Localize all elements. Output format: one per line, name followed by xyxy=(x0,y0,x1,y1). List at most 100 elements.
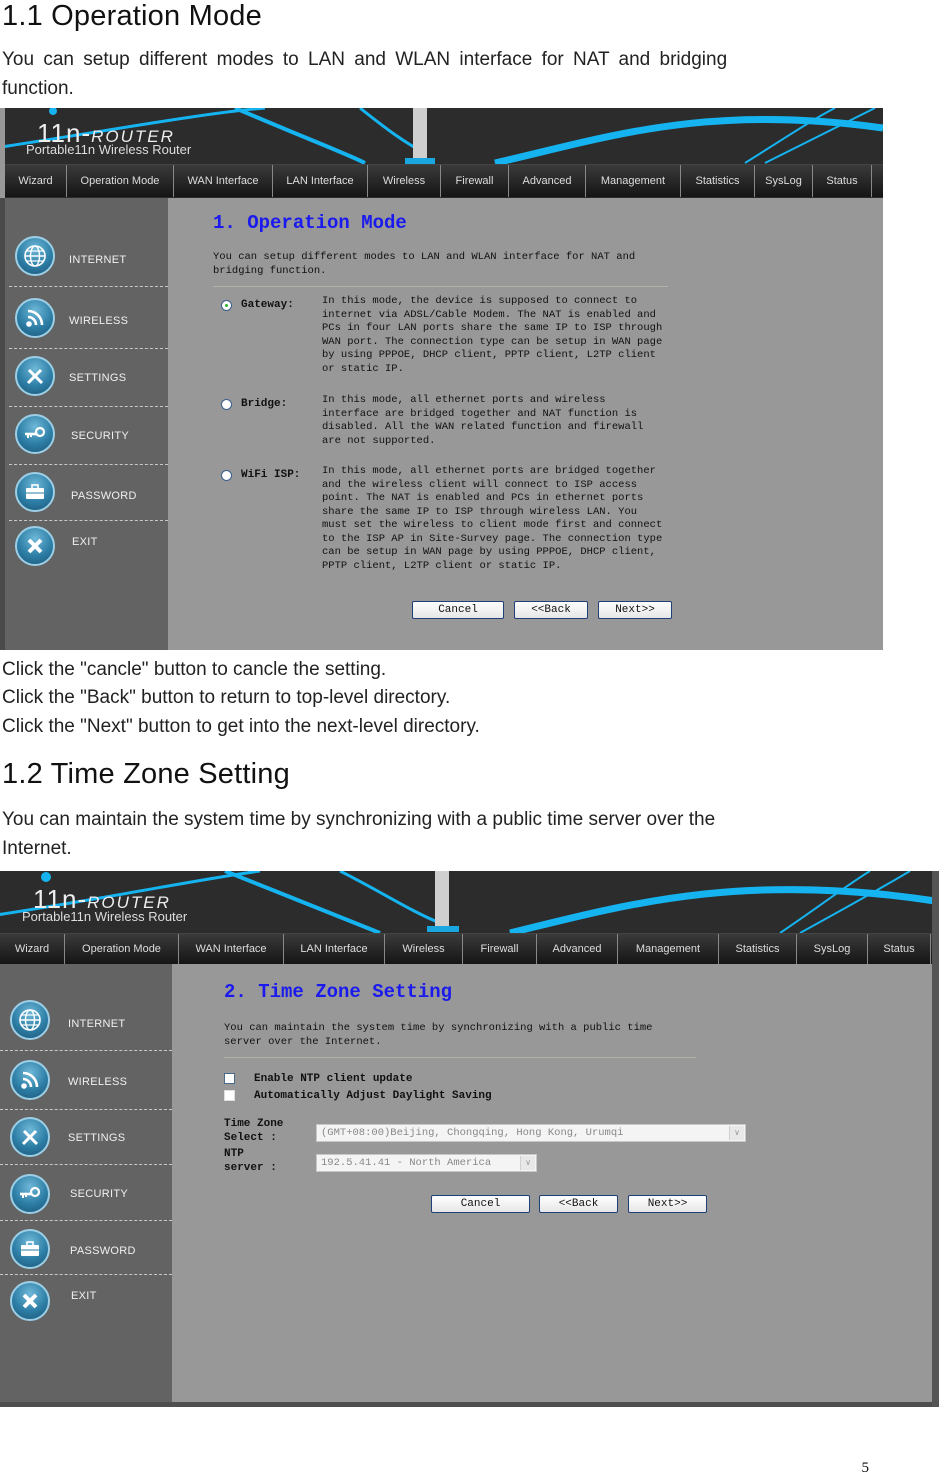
key-icon xyxy=(10,1174,50,1214)
close-icon xyxy=(10,1281,50,1321)
enable-ntp-label: Enable NTP client update xyxy=(254,1073,413,1085)
content-description: You can maintain the system time by sync… xyxy=(224,1022,653,1048)
sidebar-divider xyxy=(9,520,168,521)
next-button[interactable]: Next>> xyxy=(628,1195,707,1213)
section-heading-time-zone: 1.2 Time Zone Setting xyxy=(2,758,290,790)
sidebar-label: SECURITY xyxy=(71,430,130,442)
router-logo-subtitle: Portable11n Wireless Router xyxy=(26,142,192,157)
note-next: Click the "Next" button to get into the … xyxy=(2,716,480,737)
router-screenshot-operation-mode: 11n-ROUTER Portable11n Wireless Router W… xyxy=(0,108,883,650)
time-zone-select[interactable]: (GMT+08:00)Beijing, Chongqing, Hong Kong… xyxy=(316,1124,746,1142)
wifi-icon xyxy=(10,1060,50,1100)
mode-label-gateway: Gateway: xyxy=(241,299,294,311)
radio-wifi-isp[interactable] xyxy=(221,470,232,481)
daylight-saving-checkbox[interactable] xyxy=(224,1090,235,1101)
page-number: 5 xyxy=(861,1460,870,1476)
nav-tab-wan-interface[interactable]: WAN Interface xyxy=(174,165,273,197)
content-title: 2. Time Zone Setting xyxy=(224,981,453,1003)
nav-tab-advanced[interactable]: Advanced xyxy=(509,165,586,197)
mode-desc-bridge: In this mode, all ethernet ports and wir… xyxy=(322,394,644,447)
nav-tab-status[interactable]: Status xyxy=(813,165,872,197)
sidebar-label: EXIT xyxy=(71,1290,97,1302)
back-button[interactable]: <<Back xyxy=(539,1195,618,1213)
sidebar-label: WIRELESS xyxy=(68,1076,128,1088)
nav-tab-wireless[interactable]: Wireless xyxy=(385,934,463,964)
nav-tab-firewall[interactable]: Firewall xyxy=(463,934,537,964)
nav-tab-lan-interface[interactable]: LAN Interface xyxy=(284,934,385,964)
nav-tab-management[interactable]: Management xyxy=(586,165,681,197)
toolbox-icon xyxy=(15,472,55,512)
frame-edge xyxy=(932,964,939,1407)
cancel-button[interactable]: Cancel xyxy=(412,601,504,619)
nav-tab-wizard[interactable]: Wizard xyxy=(5,165,67,197)
nav-tab-statistics[interactable]: Statistics xyxy=(719,934,797,964)
nav-tab-lan-interface[interactable]: LAN Interface xyxy=(273,165,368,197)
wifi-icon xyxy=(15,298,55,338)
chevron-down-icon: ∨ xyxy=(729,1126,744,1140)
router-nav-bar: Wizard Operation Mode WAN Interface LAN … xyxy=(0,933,932,964)
sidebar-divider xyxy=(9,348,168,349)
tools-icon xyxy=(15,356,55,396)
toolbox-icon xyxy=(10,1229,50,1269)
nav-tab-status[interactable]: Status xyxy=(868,934,931,964)
nav-tab-syslog[interactable]: SysLog xyxy=(755,165,813,197)
sidebar-divider xyxy=(0,1109,172,1110)
router-logo-subtitle: Portable11n Wireless Router xyxy=(22,909,188,924)
section-intro-cont: Internet. xyxy=(2,838,72,859)
radio-gateway[interactable] xyxy=(221,300,232,311)
daylight-saving-label: Automatically Adjust Daylight Saving xyxy=(254,1090,492,1102)
sidebar-divider xyxy=(0,1274,172,1275)
sidebar-divider xyxy=(0,1050,172,1051)
sidebar-label: INTERNET xyxy=(68,1018,126,1030)
ntp-server-select[interactable]: 192.5.41.41 - North America ∨ xyxy=(316,1154,537,1172)
router-sidebar: INTERNET WIRELESS SETTINGS SECURITY PASS… xyxy=(0,964,172,1402)
sidebar-divider xyxy=(9,406,168,407)
key-icon xyxy=(15,414,55,454)
nav-tab-wireless[interactable]: Wireless xyxy=(368,165,441,197)
content-divider xyxy=(224,1057,696,1058)
sidebar-label: SETTINGS xyxy=(69,372,127,384)
nav-tab-management[interactable]: Management xyxy=(618,934,719,964)
sidebar-divider xyxy=(9,286,168,287)
section-intro-cont: function. xyxy=(2,78,74,99)
mode-label-wifi-isp: WiFi ISP: xyxy=(241,469,301,481)
nav-tab-syslog[interactable]: SysLog xyxy=(797,934,868,964)
note-back: Click the "Back" button to return to top… xyxy=(2,687,451,708)
sidebar-divider xyxy=(9,464,168,465)
next-button[interactable]: Next>> xyxy=(598,601,672,619)
sidebar-label: WIRELESS xyxy=(69,315,129,327)
chevron-down-icon: ∨ xyxy=(520,1156,535,1170)
content-description: You can setup different modes to LAN and… xyxy=(213,251,636,277)
sidebar-divider xyxy=(0,1164,172,1165)
tools-icon xyxy=(10,1117,50,1157)
note-cancel: Click the "cancle" button to cancle the … xyxy=(2,659,387,680)
enable-ntp-checkbox[interactable] xyxy=(224,1073,235,1084)
nav-tab-advanced[interactable]: Advanced xyxy=(537,934,618,964)
frame-edge xyxy=(0,1402,939,1407)
sidebar-label: SETTINGS xyxy=(68,1132,126,1144)
ntp-server-value: 192.5.41.41 - North America xyxy=(321,1157,492,1169)
back-button[interactable]: <<Back xyxy=(514,601,588,619)
nav-tab-operation-mode[interactable]: Operation Mode xyxy=(67,165,174,197)
nav-tab-wizard[interactable]: Wizard xyxy=(0,934,65,964)
section-intro: You can setup different modes to LAN and… xyxy=(2,49,728,70)
mode-label-bridge: Bridge: xyxy=(241,398,288,410)
mode-desc-wifi-isp: In this mode, all ethernet ports are bri… xyxy=(322,465,663,572)
section-intro: You can maintain the system time by sync… xyxy=(2,809,716,830)
time-zone-value: (GMT+08:00)Beijing, Chongqing, Hong Kong… xyxy=(321,1127,624,1139)
nav-tab-statistics[interactable]: Statistics xyxy=(681,165,755,197)
router-screenshot-time-zone: 11n-ROUTER Portable11n Wireless Router W… xyxy=(0,871,939,1407)
frame-edge xyxy=(0,198,5,650)
sidebar-label: PASSWORD xyxy=(70,1245,136,1257)
router-sidebar: INTERNET WIRELESS SETTINGS SECURITY PASS… xyxy=(5,198,168,650)
globe-icon xyxy=(15,236,55,276)
nav-tab-operation-mode[interactable]: Operation Mode xyxy=(65,934,179,964)
radio-bridge[interactable] xyxy=(221,399,232,410)
nav-tab-firewall[interactable]: Firewall xyxy=(441,165,509,197)
close-icon xyxy=(15,526,55,566)
cancel-button[interactable]: Cancel xyxy=(431,1195,530,1213)
sidebar-divider xyxy=(0,1220,172,1221)
sidebar-label: SECURITY xyxy=(70,1188,129,1200)
sidebar-label: EXIT xyxy=(72,536,98,548)
nav-tab-wan-interface[interactable]: WAN Interface xyxy=(179,934,284,964)
